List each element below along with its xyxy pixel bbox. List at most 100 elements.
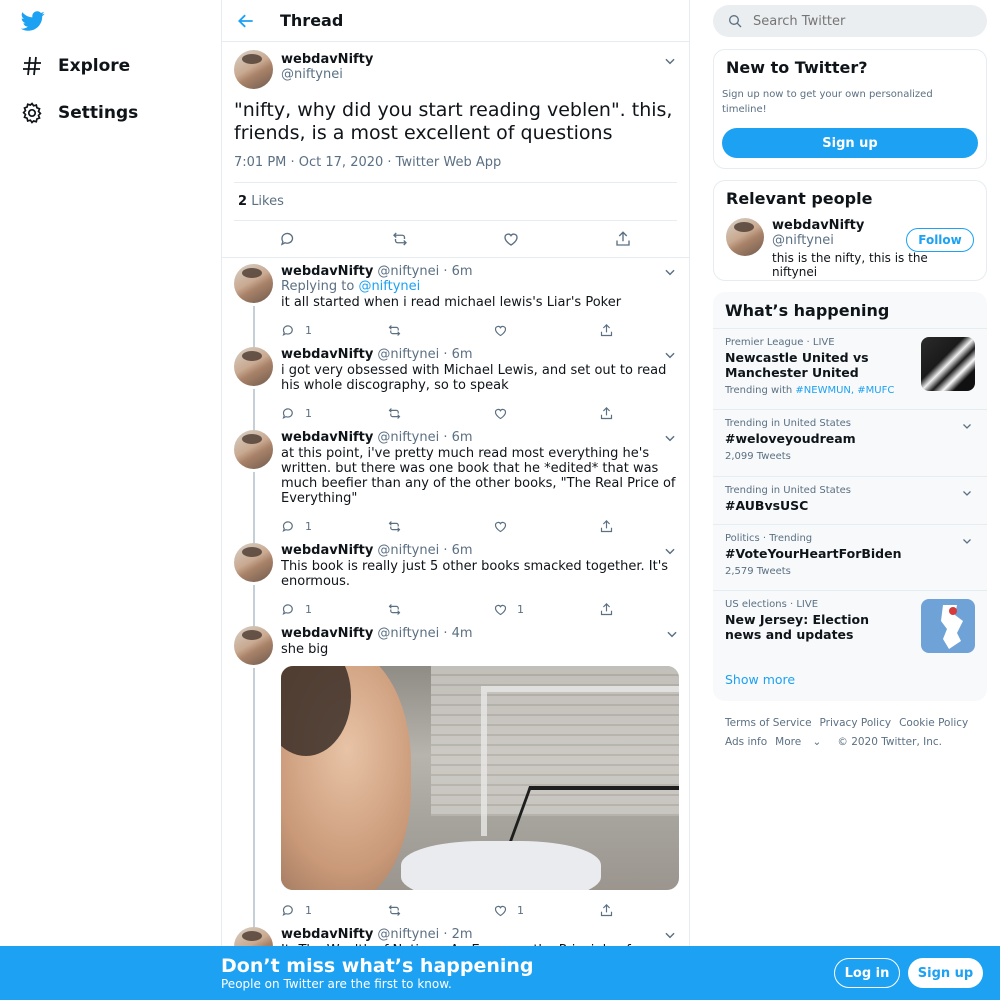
trend-hashtags[interactable]: #NEWMUN, #MUFC	[795, 385, 894, 396]
author-handle-time[interactable]: @niftynei · 2m	[377, 927, 472, 942]
reply-action[interactable]: 1	[281, 903, 387, 918]
reply-tweet[interactable]: webdavNifty @niftynei · 6m at this point, …	[222, 424, 689, 543]
likes-count[interactable]: 2 Likes	[234, 183, 677, 221]
chevron-down-icon[interactable]	[663, 265, 677, 279]
trend-item[interactable]: Trending in United States #weloveyoudrea…	[713, 409, 987, 476]
retweet-icon[interactable]	[391, 230, 409, 248]
footer-ads[interactable]: Ads info	[725, 736, 767, 748]
retweet-action[interactable]	[387, 903, 493, 918]
author-handle-time[interactable]: @niftynei · 6m	[377, 430, 472, 445]
tweet-timestamp[interactable]: 7:01 PM · Oct 17, 2020 · Twitter Web App	[234, 155, 677, 183]
search-input[interactable]	[753, 13, 953, 29]
back-arrow-icon[interactable]	[236, 11, 256, 31]
like-action[interactable]: 1	[493, 903, 599, 918]
author-handle-time[interactable]: @niftynei · 6m	[377, 264, 472, 279]
author-name[interactable]: webdavNifty	[281, 543, 373, 558]
login-button[interactable]: Log in	[834, 958, 900, 988]
new-card-subtitle: Sign up now to get your own personalized…	[722, 89, 933, 115]
banner-signup-button[interactable]: Sign up	[908, 958, 983, 988]
reply-action[interactable]: 1	[281, 519, 387, 534]
author-name[interactable]: webdavNifty	[281, 430, 373, 445]
author-name[interactable]: webdavNifty	[281, 626, 373, 641]
share-action[interactable]	[599, 406, 619, 421]
retweet-action[interactable]	[387, 323, 493, 338]
heart-icon	[493, 903, 508, 918]
avatar[interactable]	[234, 347, 273, 386]
chevron-down-icon[interactable]	[663, 54, 677, 68]
chevron-down-icon[interactable]	[961, 420, 973, 432]
reply-text: This book is really just 5 other books s…	[281, 559, 669, 589]
chevron-down-icon[interactable]	[663, 348, 677, 362]
avatar[interactable]	[234, 264, 273, 303]
footer-privacy[interactable]: Privacy Policy	[820, 717, 892, 729]
trend-title: Newcastle United vs Manchester United	[725, 350, 869, 380]
thread-connector	[253, 472, 255, 543]
twitter-bird-icon[interactable]	[21, 9, 45, 33]
follow-button[interactable]: Follow	[906, 228, 974, 252]
chevron-down-icon[interactable]	[961, 487, 973, 499]
like-action[interactable]: 1	[493, 602, 599, 617]
thread-header: Thread	[222, 0, 689, 42]
reply-tweet[interactable]: webdavNifty @niftynei · 6m Replying to @ni…	[222, 258, 689, 347]
author-name[interactable]: webdavNifty	[281, 52, 663, 67]
reply-action[interactable]: 1	[281, 602, 387, 617]
new-card-title: New to Twitter?	[726, 58, 868, 77]
avatar[interactable]	[234, 50, 273, 89]
author-handle[interactable]: @niftynei	[281, 67, 663, 82]
nav-explore[interactable]: Explore	[20, 53, 130, 79]
share-action[interactable]	[599, 323, 619, 338]
chevron-down-icon[interactable]	[961, 535, 973, 547]
signup-button[interactable]: Sign up	[722, 128, 978, 158]
footer-cookie[interactable]: Cookie Policy	[899, 717, 968, 729]
retweet-action[interactable]	[387, 406, 493, 421]
trend-item[interactable]: Politics · Trending #VoteYourHeartForBid…	[713, 524, 987, 590]
footer-copyright: © 2020 Twitter, Inc.	[837, 736, 942, 748]
author-name[interactable]: webdavNifty	[281, 264, 373, 279]
share-icon	[599, 519, 614, 534]
search-bar[interactable]	[713, 5, 987, 37]
chevron-down-icon[interactable]	[663, 431, 677, 445]
nav-settings[interactable]: Settings	[20, 100, 138, 126]
reply-icon[interactable]	[279, 230, 297, 248]
trend-item[interactable]: Premier League · LIVE Newcastle United v…	[713, 328, 987, 408]
author-name[interactable]: webdavNifty	[281, 927, 373, 942]
heart-icon	[493, 519, 508, 534]
author-handle-time[interactable]: @niftynei · 6m	[377, 347, 472, 362]
avatar[interactable]	[726, 218, 764, 256]
replying-to-handle[interactable]: @niftynei	[358, 279, 420, 294]
avatar[interactable]	[234, 626, 273, 665]
tweet-photo[interactable]	[281, 666, 679, 890]
footer-more[interactable]: More ⌄	[775, 736, 829, 748]
reply-count: 1	[305, 323, 312, 337]
avatar[interactable]	[234, 430, 273, 469]
retweet-action[interactable]	[387, 602, 493, 617]
share-action[interactable]	[599, 903, 619, 918]
like-action[interactable]	[493, 406, 599, 421]
reply-tweet[interactable]: webdavNifty @niftynei · 6m i got very obse…	[222, 341, 689, 430]
author-handle-time[interactable]: @niftynei · 6m	[377, 543, 472, 558]
author-name[interactable]: webdavNifty	[281, 347, 373, 362]
reply-tweet[interactable]: webdavNifty @niftynei · 6m This book is re…	[222, 537, 689, 626]
chevron-down-icon[interactable]	[663, 928, 677, 942]
trend-title: #AUBvsUSC	[725, 498, 809, 513]
chevron-down-icon[interactable]	[665, 627, 679, 641]
trend-sub-prefix: Trending with	[725, 385, 793, 396]
reply-action[interactable]: 1	[281, 323, 387, 338]
share-action[interactable]	[599, 602, 619, 617]
avatar[interactable]	[234, 543, 273, 582]
heart-icon[interactable]	[502, 230, 520, 248]
footer-terms[interactable]: Terms of Service	[725, 717, 812, 729]
reply-tweet[interactable]: webdavNifty @niftynei · 4m she big 1 1	[222, 620, 689, 927]
trend-item[interactable]: Trending in United States #AUBvsUSC	[713, 476, 987, 524]
author-handle-time[interactable]: @niftynei · 4m	[377, 626, 472, 641]
trend-item[interactable]: US elections · LIVE New Jersey: Election…	[713, 590, 987, 662]
like-action[interactable]	[493, 519, 599, 534]
share-icon[interactable]	[614, 230, 632, 248]
retweet-action[interactable]	[387, 519, 493, 534]
show-more-link[interactable]: Show more	[725, 672, 795, 687]
reply-icon	[281, 406, 296, 421]
reply-action[interactable]: 1	[281, 406, 387, 421]
share-action[interactable]	[599, 519, 619, 534]
like-action[interactable]	[493, 323, 599, 338]
chevron-down-icon[interactable]	[663, 544, 677, 558]
